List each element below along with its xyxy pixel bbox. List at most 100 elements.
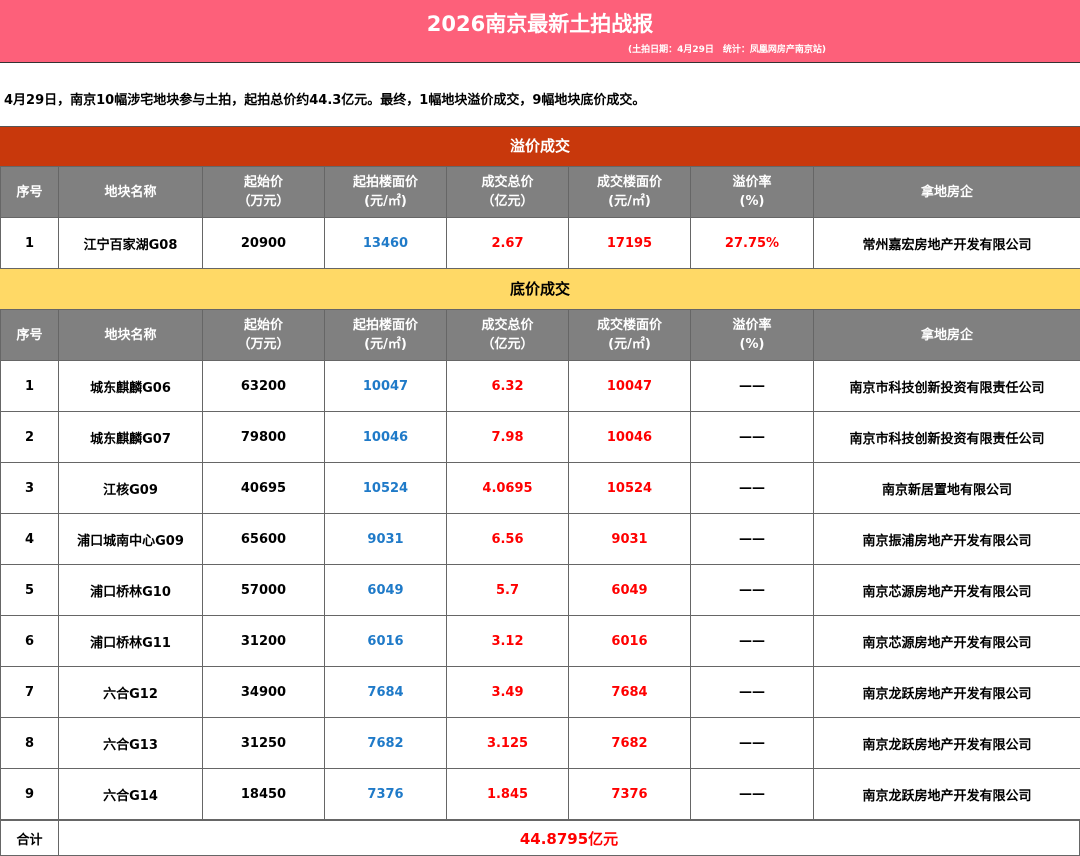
cell-developer: 南京市科技创新投资有限责任公司: [814, 361, 1080, 412]
cell-deal-floor-price: 6016: [569, 616, 691, 667]
cell-start-price: 65600: [203, 514, 325, 565]
cell-deal-floor-price: 7682: [569, 718, 691, 769]
cell-plot-name: 浦口桥林G10: [59, 565, 203, 616]
cell-deal-total: 2.67: [447, 218, 569, 269]
cell-start-floor-price: 9031: [325, 514, 447, 565]
cell-index: 1: [1, 361, 59, 412]
cell-start-floor-price: 10047: [325, 361, 447, 412]
cell-developer: 常州嘉宏房地产开发有限公司: [814, 218, 1080, 269]
section-title: 溢价成交: [0, 127, 1080, 166]
cell-index: 9: [1, 769, 59, 820]
results-table: 序号地块名称起始价 （万元）起拍楼面价 (元/㎡)成交总价 （亿元）成交楼面价 …: [0, 166, 1080, 269]
cell-plot-name: 浦口桥林G11: [59, 616, 203, 667]
total-row: 合计 44.8795亿元: [1, 821, 1080, 856]
cell-deal-total: 3.125: [447, 718, 569, 769]
cell-premium-rate: ——: [691, 667, 814, 718]
cell-developer: 南京龙跃房地产开发有限公司: [814, 667, 1080, 718]
cell-start-price: 20900: [203, 218, 325, 269]
table-row: 9六合G141845073761.8457376——南京龙跃房地产开发有限公司: [1, 769, 1080, 820]
cell-start-floor-price: 6016: [325, 616, 447, 667]
cell-plot-name: 江核G09: [59, 463, 203, 514]
cell-index: 1: [1, 218, 59, 269]
header-index: 序号: [1, 167, 59, 218]
cell-developer: 南京芯源房地产开发有限公司: [814, 565, 1080, 616]
cell-deal-total: 6.32: [447, 361, 569, 412]
header-index: 序号: [1, 310, 59, 361]
cell-plot-name: 浦口城南中心G09: [59, 514, 203, 565]
cell-premium-rate: ——: [691, 514, 814, 565]
cell-plot-name: 城东麒麟G07: [59, 412, 203, 463]
page-header: 2026南京最新土拍战报 (土拍日期：4月29日 统计：凤凰网房产南京站): [0, 0, 1080, 63]
cell-premium-rate: ——: [691, 616, 814, 667]
header-start-floor-price: 起拍楼面价 (元/㎡): [325, 167, 447, 218]
cell-premium-rate: ——: [691, 361, 814, 412]
header-developer: 拿地房企: [814, 167, 1080, 218]
table-row: 4浦口城南中心G096560090316.569031——南京振浦房地产开发有限…: [1, 514, 1080, 565]
table-row: 1城东麒麟G0663200100476.3210047——南京市科技创新投资有限…: [1, 361, 1080, 412]
cell-plot-name: 江宁百家湖G08: [59, 218, 203, 269]
cell-deal-total: 3.12: [447, 616, 569, 667]
cell-deal-floor-price: 10047: [569, 361, 691, 412]
cell-developer: 南京振浦房地产开发有限公司: [814, 514, 1080, 565]
cell-index: 5: [1, 565, 59, 616]
cell-start-floor-price: 10046: [325, 412, 447, 463]
cell-plot-name: 六合G14: [59, 769, 203, 820]
cell-plot-name: 城东麒麟G06: [59, 361, 203, 412]
cell-start-price: 40695: [203, 463, 325, 514]
cell-index: 4: [1, 514, 59, 565]
cell-deal-total: 7.98: [447, 412, 569, 463]
cell-start-floor-price: 6049: [325, 565, 447, 616]
cell-deal-floor-price: 7376: [569, 769, 691, 820]
table-row: 6浦口桥林G113120060163.126016——南京芯源房地产开发有限公司: [1, 616, 1080, 667]
cell-start-price: 79800: [203, 412, 325, 463]
cell-index: 7: [1, 667, 59, 718]
header-plot-name: 地块名称: [59, 167, 203, 218]
page-subtitle: (土拍日期：4月29日 统计：凤凰网房产南京站): [628, 42, 826, 55]
cell-developer: 南京芯源房地产开发有限公司: [814, 616, 1080, 667]
cell-premium-rate: ——: [691, 718, 814, 769]
results-table: 序号地块名称起始价 （万元）起拍楼面价 (元/㎡)成交总价 （亿元）成交楼面价 …: [0, 309, 1080, 820]
cell-start-price: 31200: [203, 616, 325, 667]
cell-deal-total: 6.56: [447, 514, 569, 565]
cell-deal-floor-price: 17195: [569, 218, 691, 269]
cell-start-floor-price: 10524: [325, 463, 447, 514]
cell-developer: 南京新居置地有限公司: [814, 463, 1080, 514]
cell-start-floor-price: 13460: [325, 218, 447, 269]
header-row: 序号地块名称起始价 （万元）起拍楼面价 (元/㎡)成交总价 （亿元）成交楼面价 …: [1, 310, 1080, 361]
cell-deal-floor-price: 9031: [569, 514, 691, 565]
cell-premium-rate: ——: [691, 412, 814, 463]
header-developer: 拿地房企: [814, 310, 1080, 361]
cell-start-floor-price: 7682: [325, 718, 447, 769]
cell-deal-floor-price: 10524: [569, 463, 691, 514]
table-row: 5浦口桥林G105700060495.76049——南京芯源房地产开发有限公司: [1, 565, 1080, 616]
cell-start-floor-price: 7684: [325, 667, 447, 718]
header-premium-rate: 溢价率 (%): [691, 167, 814, 218]
section-title: 底价成交: [0, 269, 1080, 309]
header-row: 序号地块名称起始价 （万元）起拍楼面价 (元/㎡)成交总价 （亿元）成交楼面价 …: [1, 167, 1080, 218]
header-premium-rate: 溢价率 (%): [691, 310, 814, 361]
cell-deal-total: 1.845: [447, 769, 569, 820]
cell-deal-floor-price: 10046: [569, 412, 691, 463]
cell-index: 8: [1, 718, 59, 769]
header-plot-name: 地块名称: [59, 310, 203, 361]
cell-developer: 南京龙跃房地产开发有限公司: [814, 769, 1080, 820]
cell-start-price: 63200: [203, 361, 325, 412]
cell-premium-rate: ——: [691, 769, 814, 820]
results-body: 溢价成交序号地块名称起始价 （万元）起拍楼面价 (元/㎡)成交总价 （亿元）成交…: [0, 127, 1080, 820]
cell-deal-total: 3.49: [447, 667, 569, 718]
cell-deal-floor-price: 6049: [569, 565, 691, 616]
total-value: 44.8795亿元: [59, 821, 1080, 856]
page-title: 2026南京最新土拍战报: [0, 8, 1080, 38]
cell-premium-rate: ——: [691, 463, 814, 514]
cell-deal-total: 4.0695: [447, 463, 569, 514]
header-deal-floor-price: 成交楼面价 (元/㎡): [569, 167, 691, 218]
total-table: 合计 44.8795亿元: [0, 820, 1080, 856]
cell-start-floor-price: 7376: [325, 769, 447, 820]
cell-start-price: 31250: [203, 718, 325, 769]
cell-deal-total: 5.7: [447, 565, 569, 616]
cell-index: 6: [1, 616, 59, 667]
table-row: 1江宁百家湖G0820900134602.671719527.75%常州嘉宏房地…: [1, 218, 1080, 269]
cell-start-price: 34900: [203, 667, 325, 718]
intro-text: 4月29日，南京10幅涉宅地块参与土拍，起拍总价约44.3亿元。最终，1幅地块溢…: [0, 63, 1080, 127]
header-deal-total: 成交总价 （亿元）: [447, 167, 569, 218]
